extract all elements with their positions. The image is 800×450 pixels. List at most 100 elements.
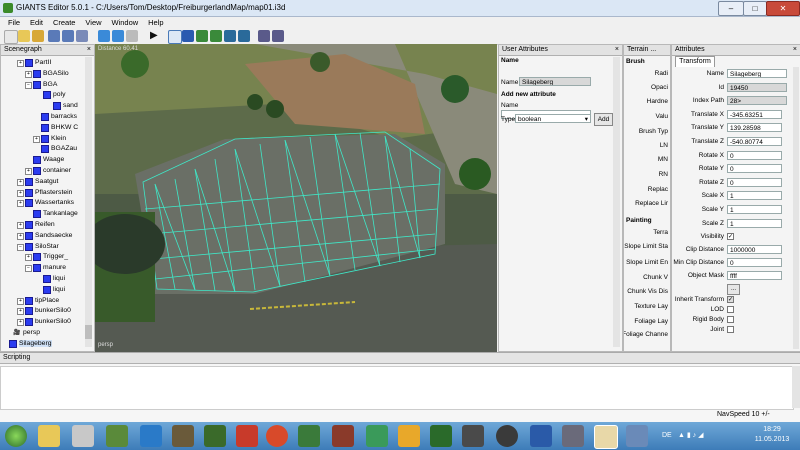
height-tool-icon[interactable]: [224, 30, 236, 42]
media-icon[interactable]: [72, 425, 94, 447]
scenegraph-item[interactable]: sand: [63, 102, 78, 109]
menu-file[interactable]: File: [8, 17, 20, 28]
menu-view[interactable]: View: [85, 17, 101, 28]
snap-icon[interactable]: [126, 30, 138, 42]
scenegraph-item[interactable]: BGAZau: [51, 145, 77, 152]
game-icon-2[interactable]: [430, 425, 452, 447]
smooth-tool-icon[interactable]: [238, 30, 250, 42]
move-tool-icon[interactable]: [258, 30, 270, 42]
save-as-icon[interactable]: [62, 30, 74, 42]
attr-field[interactable]: -345.63251: [727, 109, 782, 119]
type-select[interactable]: boolean ▾: [515, 114, 591, 123]
expand-toggle-icon[interactable]: +: [17, 189, 24, 197]
open-folder-icon[interactable]: [32, 30, 44, 42]
name-field[interactable]: Silageberg: [519, 77, 591, 86]
new-file-icon[interactable]: [4, 30, 18, 44]
3d-viewport[interactable]: Distance 60.41 persp: [95, 44, 497, 352]
min-clip-distance-field[interactable]: 0: [727, 258, 782, 267]
expand-toggle-icon[interactable]: +: [17, 297, 24, 305]
attr-field[interactable]: 1: [727, 218, 782, 228]
app-icon-5[interactable]: [562, 425, 584, 447]
farming-2012-icon[interactable]: [236, 425, 258, 447]
attr-checkbox[interactable]: [727, 326, 734, 333]
tab-transform[interactable]: Transform: [675, 56, 715, 67]
expand-toggle-icon[interactable]: +: [17, 319, 24, 327]
scenegraph-scrollbar[interactable]: [85, 57, 92, 347]
menu-edit[interactable]: Edit: [30, 17, 43, 28]
scenegraph-item[interactable]: Silageberg: [19, 339, 52, 347]
fifa-icon[interactable]: [204, 425, 226, 447]
scenegraph-item[interactable]: barracks: [51, 113, 77, 120]
expand-toggle-icon[interactable]: −: [25, 265, 32, 273]
user-attributes-scrollbar[interactable]: [613, 57, 620, 347]
add-attribute-button[interactable]: Add: [594, 113, 613, 126]
system-tray-icons[interactable]: ▲ ▮ ♪ ◢: [678, 431, 726, 441]
scenegraph-item[interactable]: SiloStar: [35, 243, 59, 250]
explorer-icon[interactable]: [38, 425, 60, 447]
scenegraph-item[interactable]: Klein: [51, 135, 66, 142]
expand-toggle-icon[interactable]: +: [17, 60, 24, 67]
close-button[interactable]: ✕: [766, 1, 800, 16]
clip-distance-field[interactable]: 1000000: [727, 245, 782, 254]
scenegraph-item[interactable]: BGASilo: [43, 70, 69, 77]
foliage-tool-icon[interactable]: [210, 30, 222, 42]
menu-create[interactable]: Create: [53, 17, 76, 28]
expand-toggle-icon[interactable]: +: [17, 222, 24, 229]
tractor-icon[interactable]: [298, 425, 320, 447]
play-icon[interactable]: ▶: [150, 30, 162, 42]
chrome-icon[interactable]: [266, 425, 288, 447]
expand-toggle-icon[interactable]: +: [17, 308, 24, 316]
giants-editor-taskbar-icon[interactable]: [594, 425, 618, 449]
scenegraph-item[interactable]: Pflasterstein: [35, 189, 72, 196]
rotate-tool-icon[interactable]: [272, 30, 284, 42]
attr-field[interactable]: -540.80774: [727, 137, 782, 146]
scripting-console[interactable]: [0, 366, 794, 410]
attr-checkbox[interactable]: [727, 306, 734, 313]
app-icon-4[interactable]: [530, 425, 552, 447]
scenegraph-item[interactable]: liqui: [53, 286, 65, 293]
scenegraph-item[interactable]: manure: [43, 264, 66, 271]
paint-tool-icon[interactable]: [196, 30, 208, 42]
scenegraph-item[interactable]: Sandsaecke: [35, 232, 72, 239]
attr-field[interactable]: 19450: [727, 82, 787, 92]
expand-toggle-icon[interactable]: +: [17, 232, 24, 240]
attr-field[interactable]: 0: [727, 150, 782, 160]
scenegraph-item[interactable]: Trigger_: [43, 253, 68, 260]
start-button-icon[interactable]: [5, 425, 27, 447]
scenegraph-item[interactable]: Waage: [43, 156, 64, 163]
close-icon[interactable]: ×: [615, 45, 619, 55]
undo-icon[interactable]: [98, 30, 110, 42]
terrain-tool-icon[interactable]: [182, 30, 194, 42]
object-mask-more-button[interactable]: ...: [727, 284, 740, 295]
attr-checkbox[interactable]: [727, 316, 734, 323]
visibility-checkbox[interactable]: ✓: [727, 233, 734, 240]
attr-checkbox[interactable]: ✓: [727, 296, 734, 303]
internet-explorer-icon[interactable]: [140, 425, 162, 447]
minecraft-icon[interactable]: [172, 425, 194, 447]
expand-toggle-icon[interactable]: +: [25, 168, 32, 175]
object-mask-field[interactable]: ffff: [727, 271, 782, 280]
scenegraph-item[interactable]: Tankanlage: [43, 210, 78, 217]
scenegraph-item[interactable]: persp: [23, 329, 40, 336]
scenegraph-item[interactable]: PartII: [35, 59, 51, 66]
attr-field[interactable]: 1: [727, 205, 782, 214]
attr-field[interactable]: Silageberg: [727, 69, 787, 78]
scenegraph-item[interactable]: Saatgut: [35, 178, 58, 185]
game-icon-1[interactable]: [332, 425, 354, 447]
open-file-icon[interactable]: [18, 30, 30, 42]
save-icon[interactable]: [48, 30, 60, 42]
scenegraph-scroll-thumb[interactable]: [85, 325, 92, 339]
select-tool-icon[interactable]: [168, 30, 182, 44]
maximize-button[interactable]: □: [743, 1, 767, 16]
scenegraph-item[interactable]: container: [43, 167, 71, 174]
redo-icon[interactable]: [112, 30, 124, 42]
expand-toggle-icon[interactable]: +: [17, 200, 24, 208]
close-icon[interactable]: ×: [87, 45, 91, 55]
attr-field[interactable]: 1: [727, 191, 782, 201]
attr-field[interactable]: 28>: [727, 96, 787, 106]
app-icon-3[interactable]: [496, 425, 518, 447]
scenegraph-item[interactable]: Reifen: [35, 221, 55, 228]
paint-icon[interactable]: [398, 425, 420, 447]
expand-toggle-icon[interactable]: +: [25, 70, 32, 78]
expand-toggle-icon[interactable]: −: [25, 81, 32, 89]
